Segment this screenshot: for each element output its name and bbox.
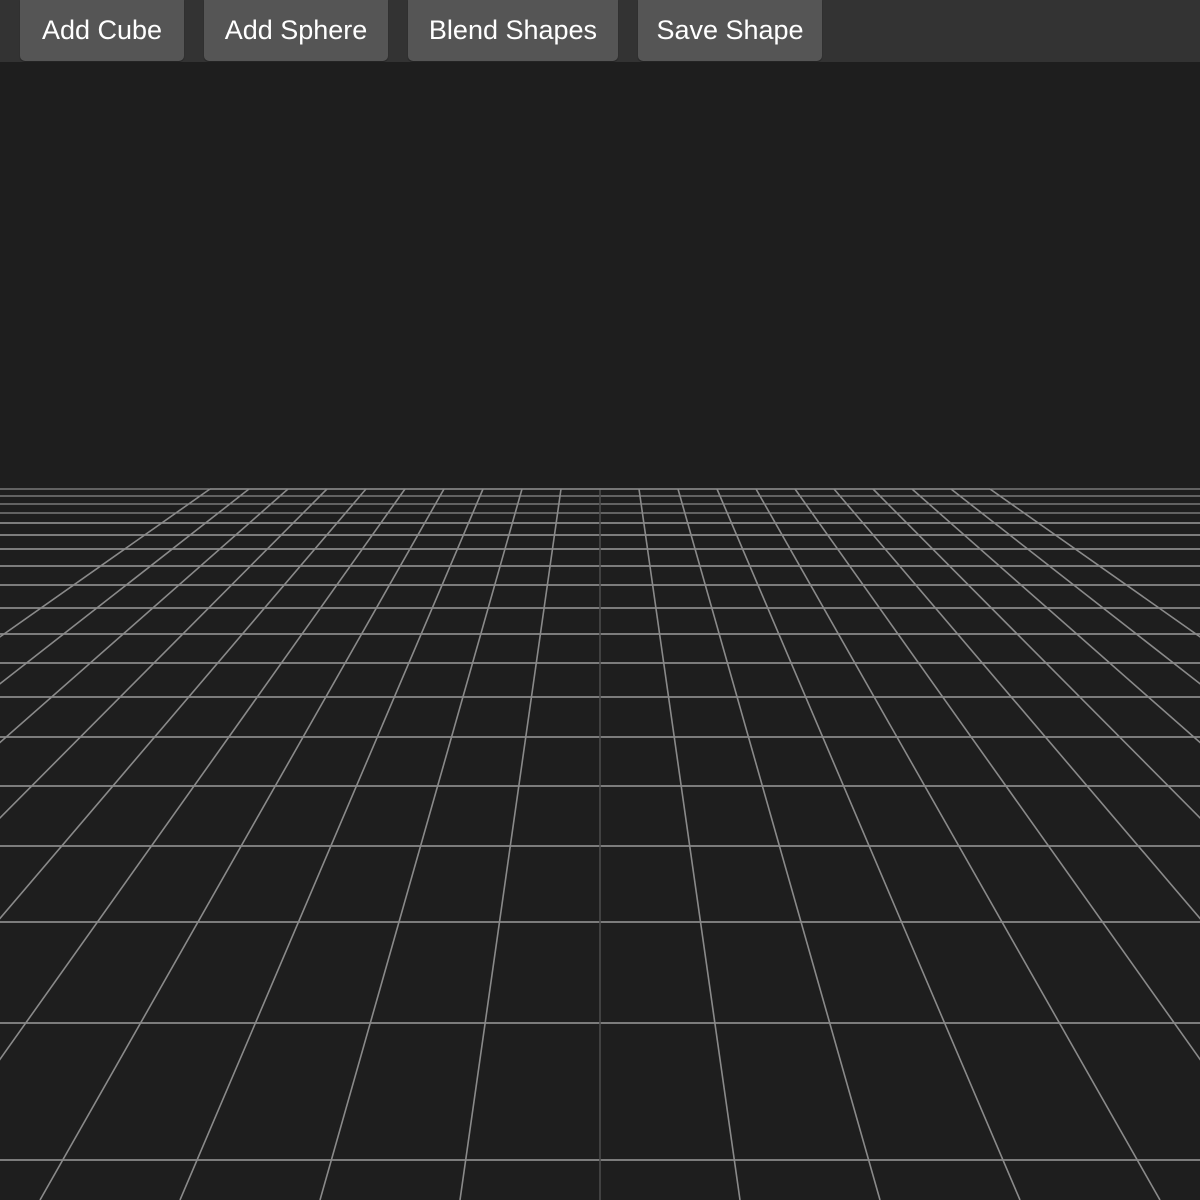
add-cube-button[interactable]: Add Cube bbox=[20, 0, 184, 61]
grid-line-radial bbox=[0, 488, 406, 1061]
save-shape-button[interactable]: Save Shape bbox=[638, 0, 822, 61]
grid-line-radial bbox=[950, 488, 1200, 685]
add-sphere-button[interactable]: Add Sphere bbox=[204, 0, 388, 61]
grid-line-radial bbox=[755, 488, 1161, 1200]
grid-line-radial bbox=[179, 488, 484, 1200]
grid-line-radial bbox=[0, 488, 211, 638]
grid-line-radial bbox=[677, 488, 881, 1200]
grid-line-radial bbox=[0, 488, 250, 685]
grid-line-radial bbox=[989, 488, 1200, 638]
grid-line-radial bbox=[0, 488, 289, 744]
grid-line-radial bbox=[0, 488, 328, 819]
grid-line-radial bbox=[872, 488, 1200, 819]
grid-line-radial bbox=[716, 488, 1021, 1200]
grid-line-radial bbox=[638, 488, 741, 1200]
grid-line-radial bbox=[319, 488, 523, 1200]
3d-viewport[interactable] bbox=[0, 62, 1200, 1200]
ground-grid bbox=[0, 488, 1200, 1200]
grid-line-radial bbox=[0, 488, 367, 920]
toolbar: Add Cube Add Sphere Blend Shapes Save Sh… bbox=[0, 0, 1200, 62]
grid-line-radial bbox=[911, 488, 1200, 744]
grid-line-radial bbox=[794, 488, 1200, 1061]
grid-line-radial bbox=[833, 488, 1200, 920]
blend-shapes-button[interactable]: Blend Shapes bbox=[408, 0, 618, 61]
grid-line-radial bbox=[459, 488, 562, 1200]
grid-line-radial bbox=[39, 488, 445, 1200]
